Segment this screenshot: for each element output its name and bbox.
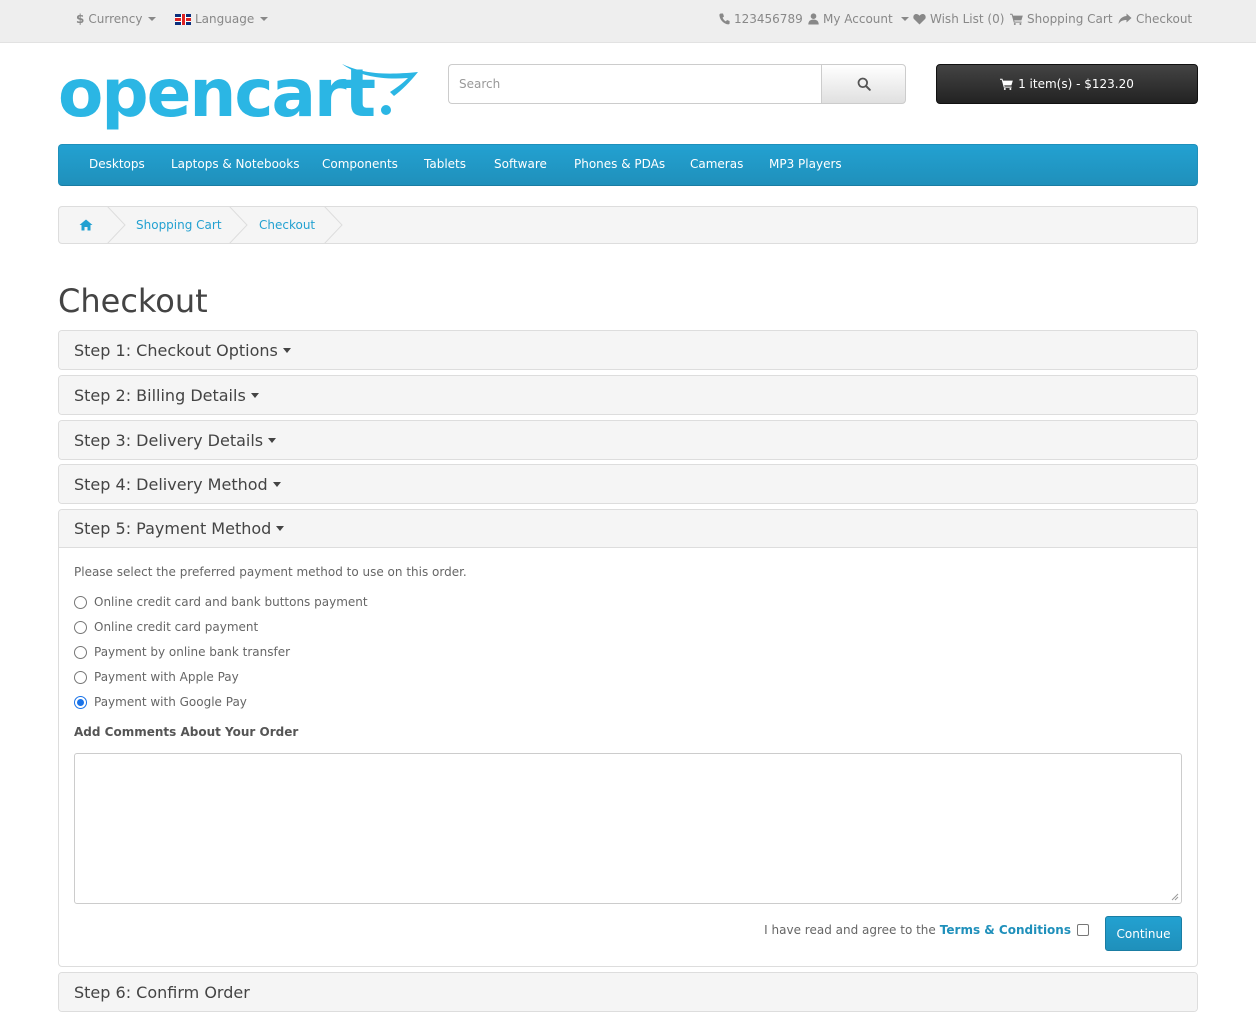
top-bar: $ Currency Language 123456789 My Account… [0,0,1256,43]
comments-label: Add Comments About Your Order [74,725,299,739]
menu-item-phones-pdas[interactable]: Phones & PDAs [574,157,665,171]
agree-text: I have read and agree to the [764,923,936,937]
caret-down-icon [268,437,277,443]
payment-option-bank-transfer[interactable]: Payment by online bank transfer [74,645,290,659]
payment-option-label: Payment with Apple Pay [94,670,239,684]
radio-button-selected[interactable] [74,695,87,709]
breadcrumb: Shopping Cart Checkout [58,206,1198,244]
caret-down-icon [250,392,259,398]
phone-link[interactable]: 123456789 [719,12,803,26]
menu-item-cameras[interactable]: Cameras [690,157,743,171]
step-6-title: Step 6: Confirm Order [74,982,250,1002]
agree-checkbox[interactable] [1077,924,1089,936]
cart-total-button[interactable]: 1 item(s) - $123.20 [936,64,1198,104]
shopping-cart-label: Shopping Cart [1027,12,1113,26]
step-panel-payment-method: Step 5: Payment Method Please select the… [58,509,1198,967]
step-3-title: Step 3: Delivery Details [74,430,264,450]
caret-down-icon [276,526,285,531]
cart-swoosh-icon [342,64,418,115]
phone-number: 123456789 [734,12,803,26]
currency-dropdown[interactable]: $ Currency [76,12,157,26]
caret-down-icon [272,481,281,487]
search-button[interactable] [821,64,906,104]
uk-flag-icon [175,13,191,25]
step-5-header[interactable]: Step 5: Payment Method [59,510,1197,548]
wishlist-label: Wish List (0) [930,12,1005,26]
search-input[interactable] [448,64,821,104]
breadcrumb-checkout[interactable]: Checkout [259,207,315,243]
payment-option-google-pay[interactable]: Payment with Google Pay [74,695,247,709]
phone-icon [719,13,730,25]
chevron-down-icon [148,17,157,21]
step-panel-confirm-order: Step 6: Confirm Order [58,972,1198,1012]
radio-button[interactable] [74,595,87,609]
menu-item-desktops[interactable]: Desktops [89,157,145,171]
comments-textarea[interactable] [74,753,1182,904]
step-panel-checkout-options: Step 1: Checkout Options [58,330,1198,370]
dollar-icon: $ [76,12,85,26]
payment-option-apple-pay[interactable]: Payment with Apple Pay [74,670,239,684]
step-panel-billing-details: Step 2: Billing Details [58,375,1198,415]
step-5-title: Step 5: Payment Method [74,519,272,538]
checkout-link[interactable]: Checkout [1118,12,1192,26]
payment-option-label: Online credit card and bank buttons paym… [94,595,368,609]
payment-option-credit-card-bank-buttons[interactable]: Online credit card and bank buttons paym… [74,595,368,609]
step-2-header[interactable]: Step 2: Billing Details [59,376,1197,414]
user-icon [808,13,819,25]
breadcrumb-home[interactable] [79,207,93,243]
step-3-header[interactable]: Step 3: Delivery Details [59,421,1197,459]
terms-conditions-link[interactable]: Terms & Conditions [940,923,1071,937]
payment-option-label: Payment by online bank transfer [94,645,291,659]
search-bar [448,64,906,104]
caret-down-icon [282,347,291,353]
main-menu: Desktops Laptops & Notebooks Components … [58,144,1198,186]
continue-button[interactable]: Continue [1105,916,1182,951]
checkout-label: Checkout [1136,12,1193,26]
wishlist-link[interactable]: Wish List (0) [913,12,1004,26]
chevron-down-icon [260,17,269,21]
radio-button[interactable] [74,670,87,684]
step-6-header[interactable]: Step 6: Confirm Order [59,973,1197,1011]
share-icon [1118,13,1132,24]
step-4-title: Step 4: Delivery Method [74,474,268,494]
cart-icon [1010,13,1023,25]
step-panel-delivery-details: Step 3: Delivery Details [58,420,1198,460]
shopping-cart-link[interactable]: Shopping Cart [1010,12,1113,26]
resize-grip-icon[interactable] [1171,893,1179,901]
menu-item-tablets[interactable]: Tablets [424,157,466,171]
chevron-down-icon [900,17,909,21]
search-icon [857,77,871,91]
my-account-label: My Account [823,12,893,26]
heart-icon [913,13,926,25]
payment-option-label: Online credit card payment [94,620,259,634]
language-label: Language [195,12,255,26]
logo[interactable]: opencart [58,56,420,138]
language-dropdown[interactable]: Language [175,12,269,26]
my-account-dropdown[interactable]: My Account [808,12,909,26]
cart-icon [1000,78,1013,90]
currency-label: Currency [88,12,143,26]
payment-option-label: Payment with Google Pay [94,695,247,709]
step-1-title: Step 1: Checkout Options [74,340,278,360]
terms-agreement: I have read and agree to the Terms & Con… [764,923,1089,937]
radio-button[interactable] [74,645,87,659]
cart-total-label: 1 item(s) - $123.20 [1018,77,1134,91]
page-title: Checkout [58,282,208,320]
payment-option-credit-card[interactable]: Online credit card payment [74,620,258,634]
radio-button[interactable] [74,620,87,634]
step-1-header[interactable]: Step 1: Checkout Options [59,331,1197,369]
step-panel-delivery-method: Step 4: Delivery Method [58,464,1198,504]
breadcrumb-separator [324,207,343,243]
payment-method-body: Please select the preferred payment meth… [59,548,1197,966]
menu-item-laptops-notebooks[interactable]: Laptops & Notebooks [171,157,299,171]
menu-item-components[interactable]: Components [322,157,398,171]
step-4-header[interactable]: Step 4: Delivery Method [59,465,1197,503]
logo-text: opencart [58,55,376,132]
menu-item-mp3-players[interactable]: MP3 Players [769,157,842,171]
home-icon [79,219,93,231]
menu-item-software[interactable]: Software [494,157,547,171]
payment-intro-text: Please select the preferred payment meth… [74,565,467,579]
step-2-title: Step 2: Billing Details [74,385,246,405]
breadcrumb-shopping-cart[interactable]: Shopping Cart [136,207,222,243]
